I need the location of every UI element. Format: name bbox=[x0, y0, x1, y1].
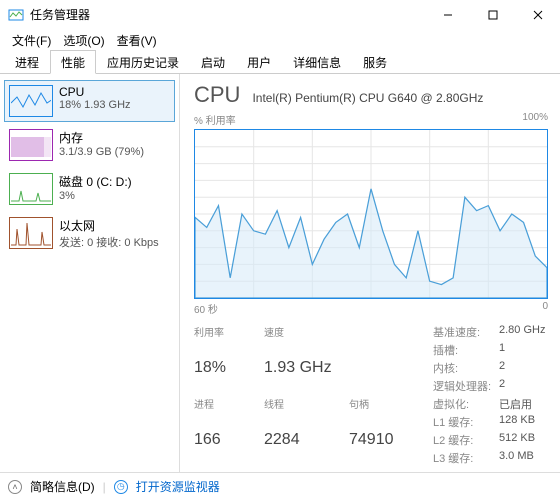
main-heading: CPU bbox=[194, 82, 240, 108]
side-item-disk[interactable]: 磁盘 0 (C: D:)3% bbox=[4, 168, 175, 210]
minimize-button[interactable] bbox=[425, 0, 470, 29]
base-label: 基准速度: bbox=[433, 324, 493, 340]
hnd-label: 句柄 bbox=[349, 396, 409, 429]
virt-value: 已启用 bbox=[499, 396, 559, 412]
l1-label: L1 缓存: bbox=[433, 414, 493, 430]
side-item-sub: 发送: 0 接收: 0 Kbps bbox=[59, 234, 159, 250]
axis-bot-right: 0 bbox=[542, 301, 548, 316]
axis-top-left: % 利用率 bbox=[194, 112, 236, 127]
side-panel: CPU18% 1.93 GHz 内存3.1/3.9 GB (79%) 磁盘 0 … bbox=[0, 74, 180, 472]
tab-performance[interactable]: 性能 bbox=[50, 50, 96, 74]
fewer-details-link[interactable]: 简略信息(D) bbox=[30, 478, 95, 495]
cores-label: 内核: bbox=[433, 360, 493, 376]
tab-bar: 进程 性能 应用历史记录 启动 用户 详细信息 服务 bbox=[0, 50, 560, 74]
window-title: 任务管理器 bbox=[30, 6, 425, 23]
thr-label: 线程 bbox=[264, 396, 349, 429]
l2-value: 512 KB bbox=[499, 432, 559, 448]
maximize-button[interactable] bbox=[470, 0, 515, 29]
speed-value: 1.93 GHz bbox=[264, 359, 349, 395]
chevron-up-icon[interactable]: ˄ bbox=[8, 480, 22, 494]
ethernet-thumb-icon bbox=[9, 217, 53, 249]
side-item-sub: 18% 1.93 GHz bbox=[59, 99, 131, 111]
side-item-ethernet[interactable]: 以太网发送: 0 接收: 0 Kbps bbox=[4, 212, 175, 255]
menu-view[interactable]: 查看(V) bbox=[111, 30, 163, 51]
tab-users[interactable]: 用户 bbox=[236, 50, 282, 74]
side-item-title: 磁盘 0 (C: D:) bbox=[59, 173, 132, 190]
menu-file[interactable]: 文件(F) bbox=[6, 30, 57, 51]
base-value: 2.80 GHz bbox=[499, 324, 559, 340]
stats-right: 基准速度:2.80 GHz 插槽:1 内核:2 逻辑处理器:2 虚拟化:已启用 … bbox=[433, 324, 559, 466]
thr-value: 2284 bbox=[264, 431, 349, 467]
cpu-thumb-icon bbox=[9, 85, 53, 117]
resource-monitor-icon[interactable]: ◷ bbox=[114, 480, 128, 494]
tab-details[interactable]: 详细信息 bbox=[282, 50, 352, 74]
lproc-label: 逻辑处理器: bbox=[433, 378, 493, 394]
util-value: 18% bbox=[194, 359, 264, 395]
title-bar: 任务管理器 bbox=[0, 0, 560, 30]
util-label: 利用率 bbox=[194, 324, 264, 357]
l1-value: 128 KB bbox=[499, 414, 559, 430]
side-item-title: 内存 bbox=[59, 129, 144, 146]
memory-thumb-icon bbox=[9, 129, 53, 161]
sockets-label: 插槽: bbox=[433, 342, 493, 358]
cpu-model: Intel(R) Pentium(R) CPU G640 @ 2.80GHz bbox=[252, 91, 483, 105]
open-resource-monitor-link[interactable]: 打开资源监视器 bbox=[136, 478, 220, 495]
cores-value: 2 bbox=[499, 360, 559, 376]
side-item-cpu[interactable]: CPU18% 1.93 GHz bbox=[4, 80, 175, 122]
proc-label: 进程 bbox=[194, 396, 264, 429]
side-item-sub: 3.1/3.9 GB (79%) bbox=[59, 146, 144, 158]
sockets-value: 1 bbox=[499, 342, 559, 358]
hnd-value: 74910 bbox=[349, 431, 409, 467]
side-item-memory[interactable]: 内存3.1/3.9 GB (79%) bbox=[4, 124, 175, 166]
proc-value: 166 bbox=[194, 431, 264, 467]
tab-startup[interactable]: 启动 bbox=[190, 50, 236, 74]
side-item-sub: 3% bbox=[59, 190, 132, 202]
l2-label: L2 缓存: bbox=[433, 432, 493, 448]
side-item-title: CPU bbox=[59, 85, 131, 99]
app-icon bbox=[8, 7, 24, 23]
speed-label: 速度 bbox=[264, 324, 349, 357]
cpu-utilization-chart bbox=[194, 129, 548, 299]
lproc-value: 2 bbox=[499, 378, 559, 394]
l3-label: L3 缓存: bbox=[433, 450, 493, 466]
axis-bot-left: 60 秒 bbox=[194, 301, 218, 316]
menu-bar: 文件(F) 选项(O) 查看(V) bbox=[0, 30, 560, 50]
footer-bar: ˄ 简略信息(D) | ◷ 打开资源监视器 bbox=[0, 472, 560, 500]
disk-thumb-icon bbox=[9, 173, 53, 205]
tab-app-history[interactable]: 应用历史记录 bbox=[96, 50, 190, 74]
virt-label: 虚拟化: bbox=[433, 396, 493, 412]
close-button[interactable] bbox=[515, 0, 560, 29]
menu-options[interactable]: 选项(O) bbox=[57, 30, 110, 51]
tab-processes[interactable]: 进程 bbox=[4, 50, 50, 74]
axis-top-right: 100% bbox=[522, 112, 548, 127]
main-panel: CPU Intel(R) Pentium(R) CPU G640 @ 2.80G… bbox=[180, 74, 560, 472]
stats-left: 利用率 速度 18% 1.93 GHz 进程 线程 句柄 166 2284 74… bbox=[194, 324, 409, 466]
l3-value: 3.0 MB bbox=[499, 450, 559, 466]
side-item-title: 以太网 bbox=[59, 217, 159, 234]
tab-services[interactable]: 服务 bbox=[352, 50, 398, 74]
